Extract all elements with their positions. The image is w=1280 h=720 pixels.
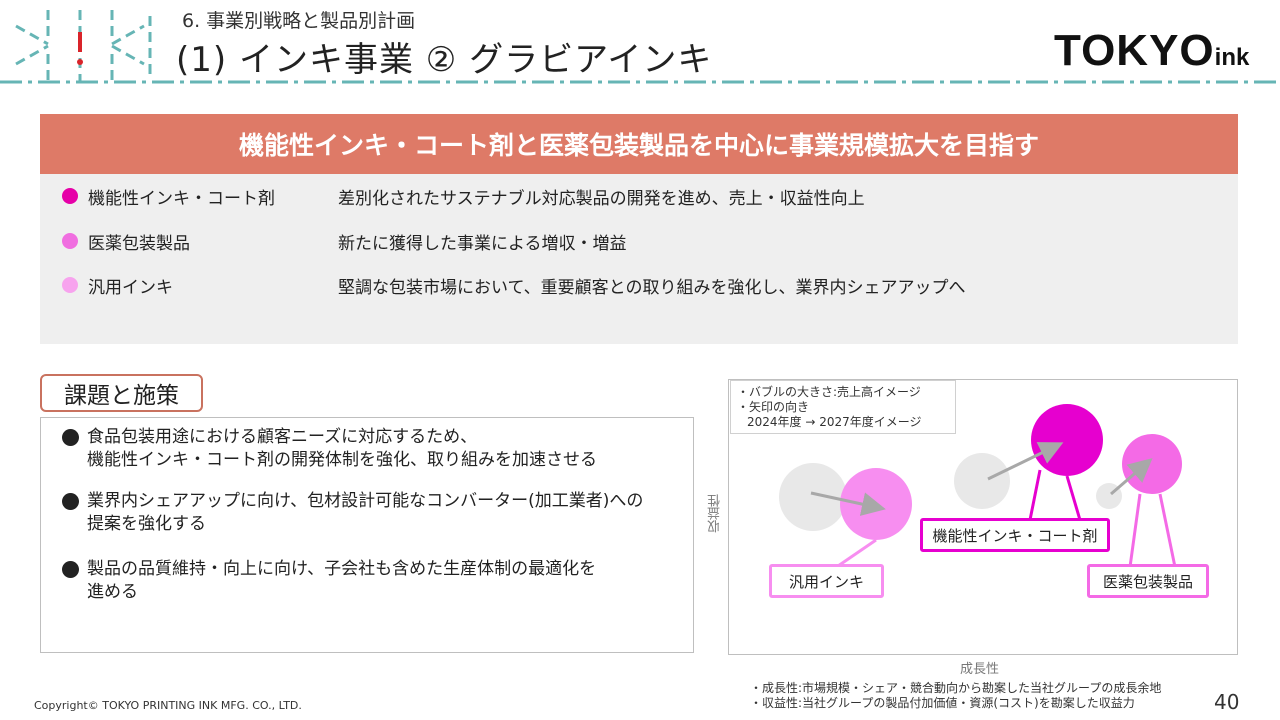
issue-line: 業界内シェアアップに向け、包材設計可能なコンバーター(加工業者)への — [87, 491, 644, 511]
issue-line: 機能性インキ・コート剤の開発体制を強化、取り組みを加速させる — [87, 450, 597, 470]
note-line: ・成長性:市場規模・シェア・競合動向から勘案した当社グループの成長余地 — [750, 681, 1162, 695]
chart-legend: ・バブルの大きさ:売上高イメージ ・矢印の向き 2024年度 → 2027年度イ… — [730, 380, 956, 434]
product-desc: 新たに獲得した事業による増収・増益 — [338, 233, 627, 254]
product-item-functional: 機能性インキ・コート剤 — [62, 183, 275, 209]
bullet-icon — [62, 493, 79, 510]
y-axis-label: 収益性 — [708, 494, 723, 533]
product-desc: 堅調な包装市場において、重要顧客との取り組みを強化し、業界内シェアアップへ — [338, 277, 966, 298]
brand-small-text: ink — [1214, 44, 1250, 71]
product-desc: 差別化されたサステナブル対応製品の開発を進め、売上・収益性向上 — [338, 188, 865, 209]
x-axis-label: 成長性 — [960, 662, 1000, 677]
header-divider — [0, 80, 1280, 84]
bullet-icon — [62, 429, 79, 446]
page-number: 40 — [1214, 690, 1240, 714]
issue-line: 食品包装用途における顧客ニーズに対応するため、 — [87, 427, 478, 447]
section-subtitle: 6. 事業別戦略と製品別計画 — [182, 10, 416, 32]
strategy-banner: 機能性インキ・コート剤と医薬包装製品を中心に事業規模拡大を目指す — [40, 114, 1238, 174]
issue-bullet: 業界内シェアアップに向け、包材設計可能なコンバーター(加工業者)への 提案を強化す… — [62, 490, 643, 536]
legend-line: ・矢印の向き — [737, 400, 810, 414]
issue-bullet: 食品包装用途における顧客ニーズに対応するため、機能性インキ・コート剤の開発体制を… — [62, 426, 597, 472]
issue-bullet: 製品の品質維持・向上に向け、子会社も含めた生産体制の最適化を 進める — [62, 558, 596, 604]
label-functional: 機能性インキ・コート剤 — [920, 518, 1110, 552]
issue-line: 進める — [87, 582, 138, 602]
legend-line: 2024年度 → 2027年度イメージ — [747, 415, 922, 429]
bullet-dot-general — [62, 277, 78, 293]
brand-logo: TOKYOink — [1054, 26, 1249, 76]
bullet-dot-functional — [62, 188, 78, 204]
note-line: ・収益性:当社グループの製品付加価値・資源(コスト)を勘案した収益力 — [750, 696, 1135, 710]
label-medical: 医薬包装製品 — [1087, 564, 1209, 598]
bullet-dot-medical — [62, 233, 78, 249]
product-label: 医薬包装製品 — [88, 233, 190, 254]
issues-heading: 課題と施策 — [40, 374, 203, 412]
product-item-medical: 医薬包装製品 — [62, 228, 190, 254]
legend-line: ・バブルの大きさ:売上高イメージ — [737, 385, 921, 399]
copyright: Copyright© TOKYO PRINTING INK MFG. CO., … — [34, 699, 302, 712]
label-general: 汎用インキ — [769, 564, 884, 598]
brand-main-text: TOKYO — [1054, 26, 1215, 75]
product-label: 汎用インキ — [88, 277, 173, 298]
axis-notes: ・成長性:市場規模・シェア・競合動向から勘案した当社グループの成長余地 ・収益性… — [750, 681, 1161, 711]
issue-line: 製品の品質維持・向上に向け、子会社も含めた生産体制の最適化を — [87, 559, 597, 579]
issue-line: 提案を強化する — [87, 514, 206, 534]
product-label: 機能性インキ・コート剤 — [88, 188, 275, 209]
bullet-icon — [62, 561, 79, 578]
product-item-general: 汎用インキ — [62, 272, 173, 298]
